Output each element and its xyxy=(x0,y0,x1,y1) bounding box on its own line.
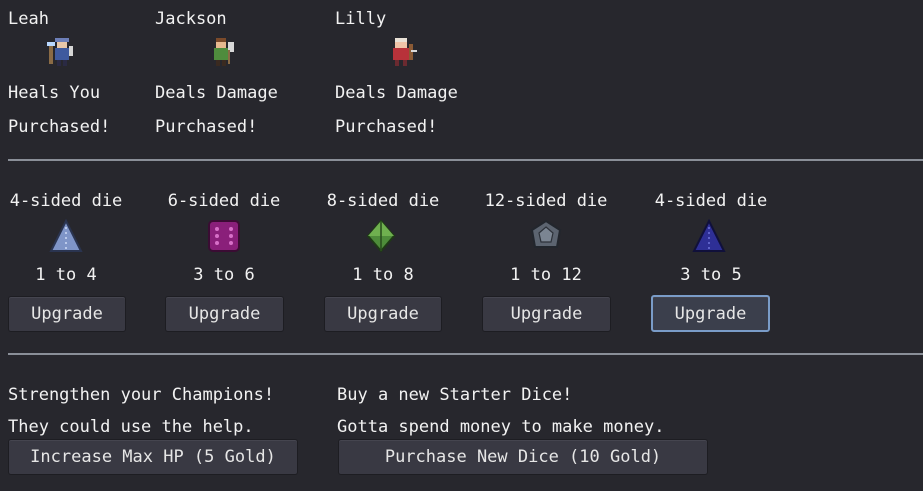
die-range-3: 1 to 8 xyxy=(352,265,414,285)
upgrade-button-5[interactable]: Upgrade xyxy=(651,295,770,332)
leah-sprite-icon xyxy=(47,38,73,66)
lilly-sprite-icon xyxy=(393,38,417,66)
champion-status-lilly: Purchased! xyxy=(335,117,438,137)
die-name-4: 12-sided die xyxy=(484,191,608,211)
die-range-1: 1 to 4 xyxy=(35,265,97,285)
champion-ability-lilly: Deals Damage xyxy=(335,83,458,103)
section-divider-bottom xyxy=(8,353,923,355)
die-name-2: 6-sided die xyxy=(167,191,281,211)
d4-icon xyxy=(692,219,726,252)
die-range-2: 3 to 6 xyxy=(193,265,255,285)
d6-icon xyxy=(208,220,240,252)
champion-ability-jackson: Deals Damage xyxy=(155,83,278,103)
d12-icon xyxy=(530,219,562,248)
upgrade-button-4[interactable]: Upgrade xyxy=(482,296,611,332)
purchase-new-dice-button[interactable]: Purchase New Dice (10 Gold) xyxy=(338,439,708,475)
champion-name-leah: Leah xyxy=(8,9,49,29)
d4-icon xyxy=(49,219,83,252)
hp-upgrade-heading: Strengthen your Champions! xyxy=(8,385,275,405)
champion-ability-leah: Heals You xyxy=(8,83,101,103)
upgrade-button-2[interactable]: Upgrade xyxy=(165,296,284,332)
champion-name-jackson: Jackson xyxy=(155,9,227,29)
die-name-3: 8-sided die xyxy=(326,191,440,211)
die-name-1: 4-sided die xyxy=(9,191,123,211)
die-name-5: 4-sided die xyxy=(654,191,768,211)
die-range-5: 3 to 5 xyxy=(680,265,742,285)
section-divider-top xyxy=(8,159,923,161)
jackson-sprite-icon xyxy=(214,38,234,66)
new-dice-heading: Buy a new Starter Dice! xyxy=(337,385,573,405)
new-dice-subtext: Gotta spend money to make money. xyxy=(337,417,665,437)
champion-status-jackson: Purchased! xyxy=(155,117,258,137)
upgrade-button-1[interactable]: Upgrade xyxy=(8,296,126,332)
die-range-4: 1 to 12 xyxy=(510,265,582,285)
hp-upgrade-subtext: They could use the help. xyxy=(8,417,254,437)
d8-icon xyxy=(366,219,396,253)
upgrade-button-3[interactable]: Upgrade xyxy=(324,296,442,332)
champion-status-leah: Purchased! xyxy=(8,117,111,137)
increase-max-hp-button[interactable]: Increase Max HP (5 Gold) xyxy=(8,439,298,475)
champion-name-lilly: Lilly xyxy=(335,9,387,29)
